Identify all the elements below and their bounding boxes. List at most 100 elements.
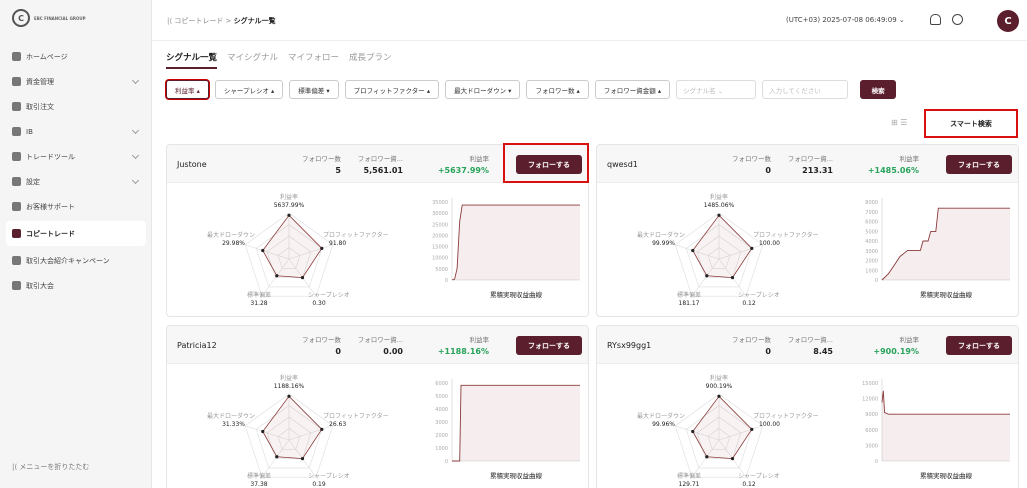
tab[interactable]: マイシグナル: [227, 51, 278, 69]
sort-button[interactable]: フォロワー数 ▴: [526, 80, 589, 99]
timezone-selector[interactable]: (UTC+03) 2025-07-08 06:49:09 ⌄: [786, 16, 905, 24]
copy-icon: [12, 229, 21, 238]
sidebar-item[interactable]: 設定: [0, 169, 152, 194]
radar-value: 91.80: [329, 240, 346, 247]
avatar[interactable]: C: [997, 10, 1019, 32]
sort-button[interactable]: 標準偏差 ▾: [289, 80, 339, 99]
radar-label: プロフィットファクター: [753, 412, 819, 420]
collapse-menu-button[interactable]: |⟨ メニューを折りたたむ: [12, 462, 89, 472]
y-tick-label: 5000: [435, 394, 448, 400]
sidebar-item[interactable]: 取引大会: [0, 273, 152, 298]
support-icon: [12, 202, 21, 211]
y-tick-label: 3000: [435, 420, 448, 426]
radar-label: シャープレシオ: [738, 292, 780, 299]
y-tick-label: 25000: [432, 222, 448, 228]
stat-value: +900.19%: [873, 347, 919, 356]
curve-line: [881, 390, 1010, 415]
sort-button[interactable]: 最大ドローダウン ▾: [445, 80, 521, 99]
cumulative-profit-chart: 8000 7000 6000 5000 4000 3000 2000 1000 0 累積実現収益曲…: [865, 198, 1010, 299]
stat-value: +1485.06%: [867, 166, 919, 175]
signal-name[interactable]: Patricia12: [177, 341, 217, 350]
globe-icon[interactable]: [952, 14, 963, 25]
stat-value: 0: [765, 166, 771, 175]
breadcrumb-parent[interactable]: |⟨ コピートレード >: [167, 17, 231, 25]
signal-card: Patricia12 フォロワー数 0 フォロワー資... 0.00 利益率 +1188.1…: [166, 325, 589, 488]
stat-value: 0: [335, 347, 341, 356]
sidebar-item[interactable]: 資金管理: [0, 69, 152, 94]
stat-label: 利益率: [899, 336, 920, 344]
signal-name[interactable]: Justone: [177, 160, 207, 169]
sidebar-item[interactable]: 取引注文: [0, 94, 152, 119]
search-button[interactable]: 検索: [860, 80, 897, 99]
sidebar-item-label: 取引大会紹介キャンペーン: [26, 256, 110, 265]
radar-value: 100.00: [759, 240, 780, 247]
radar-point: [261, 248, 265, 253]
sidebar-item[interactable]: コピートレード: [6, 221, 146, 246]
sidebar-item-label: お客様サポート: [26, 202, 75, 211]
signal-name[interactable]: qwesd1: [607, 160, 638, 169]
smart-search-button[interactable]: スマート検索: [924, 109, 1018, 138]
sidebar-item[interactable]: IB: [0, 119, 152, 144]
view-toggle-icons[interactable]: ⊞ ☰: [891, 118, 907, 127]
stat-label: 利益率: [469, 336, 490, 344]
curve-area: [452, 205, 580, 280]
follower-funds-stat: フォロワー資... 8.45: [775, 334, 833, 356]
sort-button[interactable]: 利益率 ▴: [166, 80, 209, 99]
radar-label: 利益率: [710, 374, 728, 382]
radar-label: 標準偏差: [677, 291, 701, 299]
sidebar-item-label: 設定: [26, 177, 40, 186]
sort-button[interactable]: フォロワー資金額 ▴: [594, 80, 671, 99]
followers-stat: フォロワー数 0: [721, 153, 771, 175]
y-tick-label: 0: [875, 278, 878, 284]
sidebar-item[interactable]: お客様サポート: [0, 194, 152, 219]
tab[interactable]: シグナル一覧: [166, 51, 218, 69]
radar-label: 最大ドローダウン: [207, 412, 255, 420]
radar-label: プロフィットファクター: [753, 231, 819, 239]
follow-button[interactable]: フォローする: [946, 336, 1012, 355]
signal-search-input[interactable]: 入力してください: [762, 80, 849, 99]
radar-label: プロフィットファクター: [323, 412, 389, 420]
follow-button[interactable]: フォローする: [516, 336, 582, 355]
radar-label: シャープレシオ: [308, 473, 350, 480]
radar-value: 1485.06%: [704, 202, 735, 209]
cumulative-profit-chart: 35000 30000 25000 20000 15000 10000 5000 0 累積実現収…: [432, 198, 580, 299]
sidebar-item[interactable]: トレードツール: [0, 144, 152, 169]
tab[interactable]: マイフォロー: [288, 51, 339, 69]
sidebar-item-label: トレードツール: [26, 152, 75, 161]
trophy-icon: [12, 281, 21, 290]
sort-button[interactable]: プロフィットファクター ▴: [344, 80, 440, 99]
signal-tabs: シグナル一覧 マイシグナル マイフォロー 成長プラン: [166, 51, 392, 69]
radar-shape: [262, 395, 323, 460]
signal-name-select[interactable]: シグナル名 ⌄: [676, 80, 757, 99]
radar-value: 0.19: [312, 481, 326, 488]
radar-chart: 利益率900.19% プロフィットファクター100.00 シャープレシオ0.12 標準…: [637, 374, 819, 488]
sidebar-item[interactable]: ホームページ: [0, 44, 152, 69]
sort-button[interactable]: シャープレシオ ▴: [214, 80, 284, 99]
signal-card: RYsx99gg1 フォロワー数 0 フォロワー資... 8.45 利益率 +900.19%…: [596, 325, 1019, 488]
signal-card-header: RYsx99gg1 フォロワー数 0 フォロワー資... 8.45 利益率 +900.19%…: [597, 326, 1018, 364]
y-tick-label: 15000: [432, 245, 448, 251]
y-tick-label: 10000: [432, 256, 448, 262]
signal-card: Justone フォロワー数 5 フォロワー資... 5,561.01 利益率 +5637.…: [166, 143, 589, 317]
stat-label: フォロワー資...: [787, 155, 833, 163]
stat-label: フォロワー資...: [357, 336, 403, 344]
y-tick-label: 2000: [435, 433, 448, 439]
radar-point: [750, 246, 754, 250]
radar-label: 最大ドローダウン: [207, 231, 255, 239]
filter-bar: 利益率 ▴ シャープレシオ ▴ 標準偏差 ▾ プロフィットファクター ▴ 最大ドローダウ…: [166, 80, 897, 99]
follower-funds-stat: フォロワー資... 0.00: [345, 334, 403, 356]
tab[interactable]: 成長プラン: [349, 51, 392, 69]
bell-icon[interactable]: [930, 14, 941, 25]
stat-label: フォロワー数: [302, 155, 341, 163]
top-bar: |⟨ コピートレード > シグナル一覧 (UTC+03) 2025-07-08 …: [152, 0, 1027, 41]
sidebar-item[interactable]: 取引大会紹介キャンペーン: [0, 248, 152, 273]
radar-value: 900.19%: [706, 383, 733, 390]
radar-value: 31.33%: [222, 421, 245, 428]
radar-label: 標準偏差: [677, 472, 701, 480]
signal-name[interactable]: RYsx99gg1: [607, 341, 651, 350]
radar-value: 37.38: [250, 481, 267, 488]
logo[interactable]: C EBC FINANCIAL GROUP: [12, 9, 86, 27]
stat-label: フォロワー数: [732, 336, 771, 344]
radar-point: [691, 429, 695, 434]
follow-button[interactable]: フォローする: [946, 155, 1012, 174]
